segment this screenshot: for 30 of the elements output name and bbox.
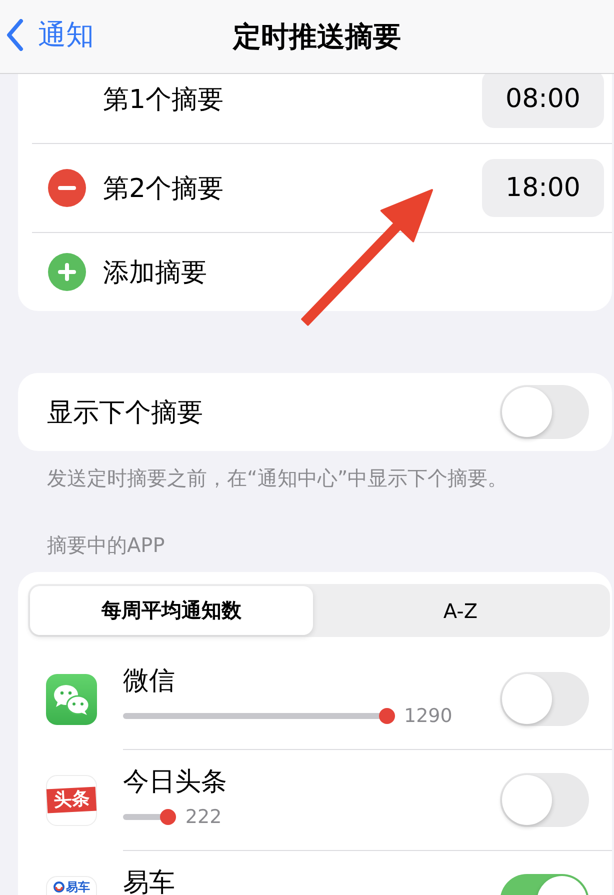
page-title: 定时推送摘要 <box>233 18 401 54</box>
sort-tab[interactable]: 每周平均通知数 <box>30 586 313 635</box>
setting-label: 显示下个摘要 <box>47 396 204 430</box>
back-label: 通知 <box>38 17 94 53</box>
app-name: 今日头条 <box>123 769 227 796</box>
time-button[interactable]: 08:00 <box>482 74 604 128</box>
toggle-switch[interactable] <box>500 672 589 726</box>
add-icon[interactable] <box>48 253 86 291</box>
back-button[interactable]: 通知 <box>6 16 94 54</box>
bar-end-dot-icon <box>379 708 395 724</box>
toggle-switch[interactable] <box>500 773 589 827</box>
notification-count: 1290 <box>404 705 452 727</box>
bar-end-dot-icon <box>160 809 176 825</box>
logo-text: 易车 <box>66 878 90 894</box>
chat-bubbles-icon <box>46 674 97 724</box>
logo-emblem-icon <box>53 880 65 892</box>
time-button[interactable]: 18:00 <box>482 159 604 217</box>
app-name: 微信 <box>123 668 175 695</box>
back-chevron-icon <box>6 19 24 51</box>
logo-text: 头条 <box>46 786 97 814</box>
remove-icon[interactable] <box>48 169 86 207</box>
footer-note: 发送定时摘要之前，在“通知中心”中显示下个摘要。 <box>47 465 508 491</box>
notification-count: 222 <box>185 806 222 828</box>
summary-label: 第1个摘要 <box>103 84 225 116</box>
summary-label: 第2个摘要 <box>103 172 225 206</box>
add-summary-link[interactable]: 添加摘要 <box>103 254 207 290</box>
app-name: 易车 <box>123 870 175 895</box>
toggle-switch[interactable] <box>500 385 589 439</box>
sort-tab[interactable]: A-Z <box>313 586 608 635</box>
section-header: 摘要中的APP <box>47 532 165 558</box>
